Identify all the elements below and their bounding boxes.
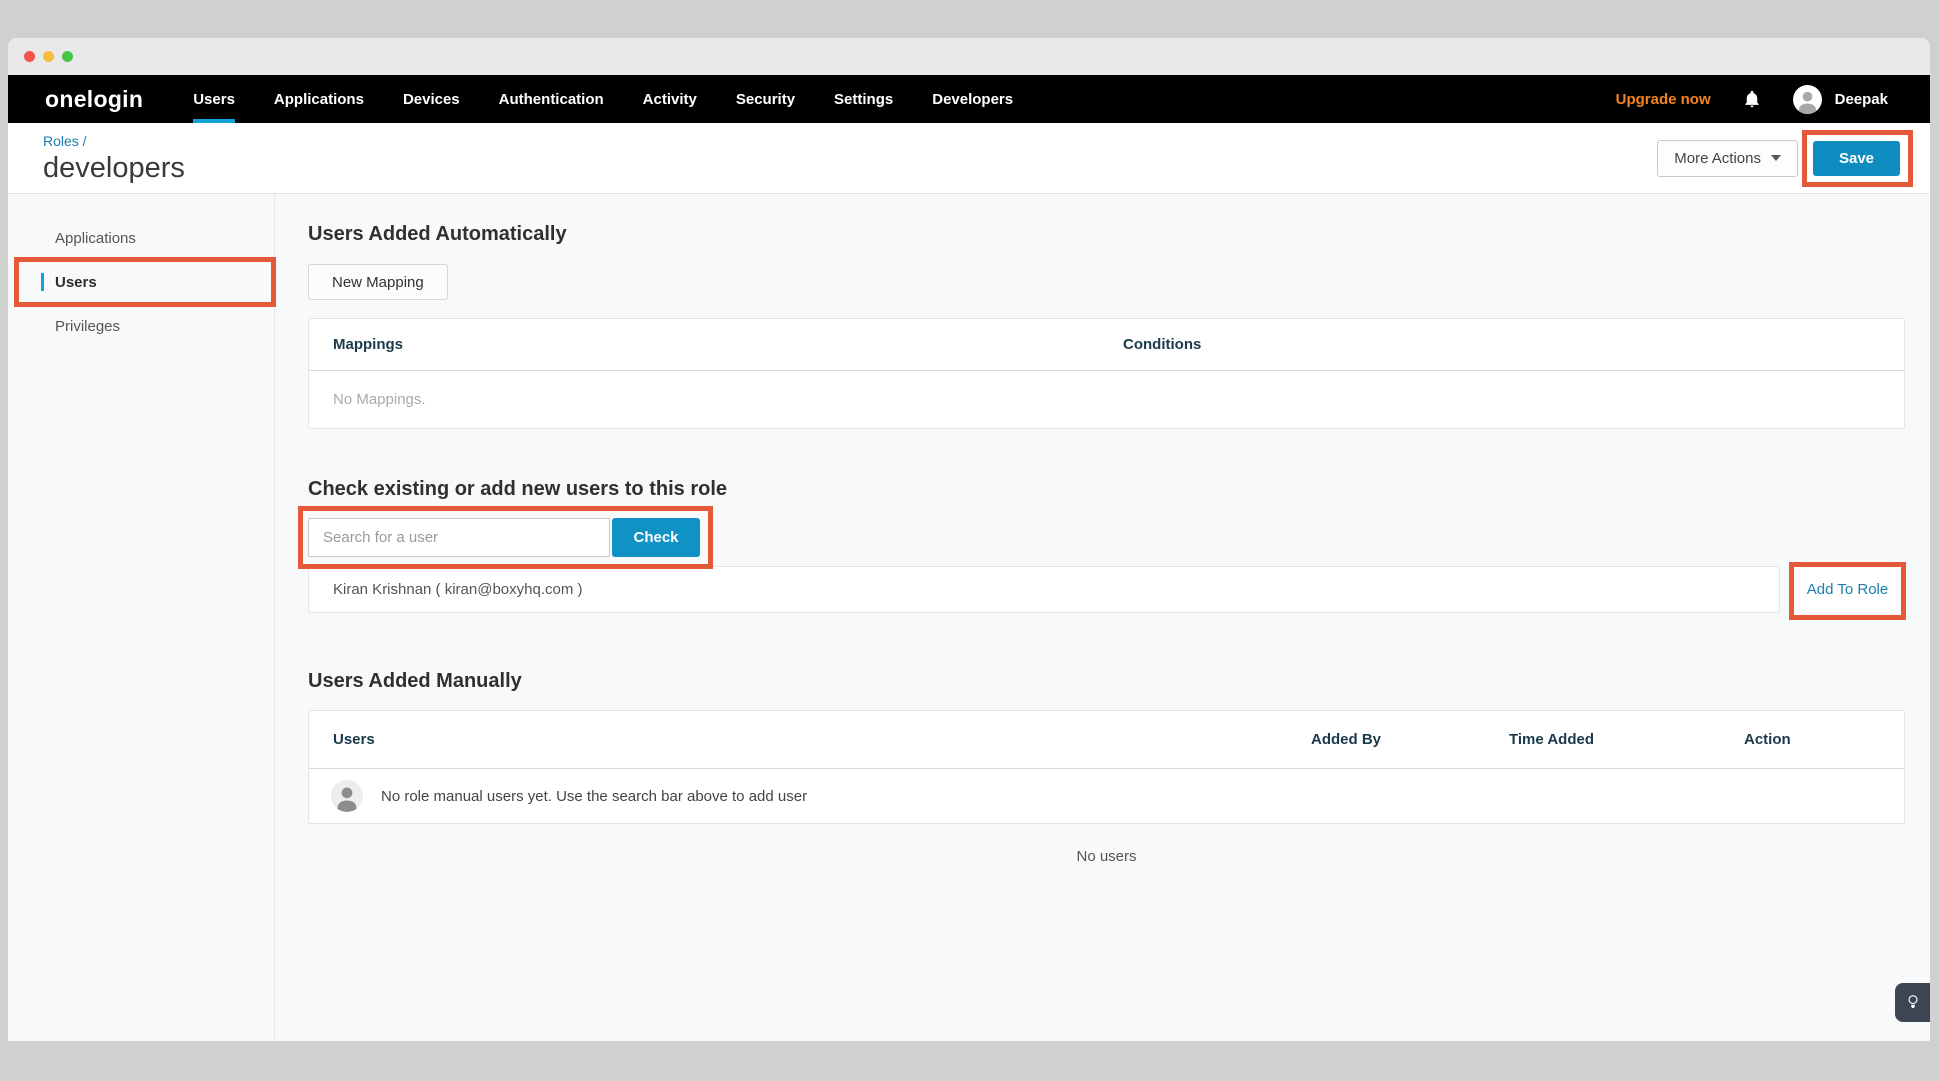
- user-search-area: Check: [308, 518, 700, 557]
- nav-item-devices[interactable]: Devices: [403, 75, 460, 123]
- annotation-box-users: [14, 257, 276, 307]
- help-lightbulb-button[interactable]: [1895, 983, 1930, 1022]
- manual-users-table: Users Added By Time Added Action: [308, 710, 1905, 824]
- minimize-window-icon[interactable]: [43, 51, 54, 62]
- manual-empty-text: No role manual users yet. Use the search…: [381, 788, 807, 805]
- chevron-down-icon: [1771, 155, 1781, 161]
- sidebar-item-applications[interactable]: Applications: [8, 216, 274, 260]
- upgrade-now-link[interactable]: Upgrade now: [1616, 91, 1711, 108]
- column-header-time-added: Time Added: [1509, 731, 1744, 748]
- sidebar-item-users[interactable]: Users: [8, 260, 274, 304]
- user-name: Deepak: [1835, 91, 1888, 108]
- role-sidebar: Applications Users Privileges: [8, 194, 275, 1041]
- zoom-window-icon[interactable]: [62, 51, 73, 62]
- close-window-icon[interactable]: [24, 51, 35, 62]
- nav-item-users[interactable]: Users: [193, 75, 235, 123]
- page-body: Applications Users Privileges Users Adde…: [8, 194, 1930, 1041]
- lightbulb-icon: [1906, 994, 1920, 1012]
- mappings-table-header: Mappings Conditions: [309, 319, 1904, 371]
- nav-item-authentication[interactable]: Authentication: [499, 75, 604, 123]
- add-to-role-area: Add To Role: [1790, 566, 1905, 613]
- check-button[interactable]: Check: [612, 518, 700, 557]
- nav-item-developers[interactable]: Developers: [932, 75, 1013, 123]
- account-menu[interactable]: Deepak: [1793, 85, 1888, 114]
- section-title-manual: Users Added Manually: [308, 667, 1905, 695]
- window-titlebar: [8, 38, 1930, 75]
- no-users-text: No users: [308, 848, 1905, 865]
- nav-item-applications[interactable]: Applications: [274, 75, 364, 123]
- notifications-bell-icon[interactable]: [1743, 89, 1761, 109]
- nav-menu: Users Applications Devices Authenticatio…: [193, 75, 1013, 123]
- app-window: onelogin Users Applications Devices Auth…: [8, 38, 1930, 1041]
- section-title-check: Check existing or add new users to this …: [308, 475, 1905, 503]
- add-to-role-link[interactable]: Add To Role: [1807, 581, 1888, 598]
- mappings-table: Mappings Conditions No Mappings.: [308, 318, 1905, 429]
- column-header-mappings: Mappings: [309, 336, 1123, 353]
- traffic-lights: [24, 51, 73, 62]
- page-header-actions: More Actions Save: [1657, 140, 1900, 177]
- page-header: Roles / developers More Actions Save: [8, 123, 1930, 194]
- new-mapping-button[interactable]: New Mapping: [308, 264, 448, 300]
- role-content: Users Added Automatically New Mapping Ma…: [275, 194, 1930, 1041]
- search-user-input[interactable]: [308, 518, 610, 557]
- manual-empty-row: No role manual users yet. Use the search…: [309, 769, 1904, 823]
- manual-table-header: Users Added By Time Added Action: [309, 711, 1904, 769]
- page-header-left: Roles / developers: [43, 133, 185, 184]
- column-header-action: Action: [1744, 731, 1904, 748]
- more-actions-button[interactable]: More Actions: [1657, 140, 1798, 177]
- column-header-added-by: Added By: [1311, 731, 1509, 748]
- page-title: developers: [43, 152, 185, 184]
- navbar-right: Upgrade now Deepak: [1616, 75, 1930, 123]
- nav-item-settings[interactable]: Settings: [834, 75, 893, 123]
- nav-item-activity[interactable]: Activity: [643, 75, 697, 123]
- column-header-conditions: Conditions: [1123, 336, 1904, 353]
- section-title-auto: Users Added Automatically: [308, 220, 1905, 248]
- placeholder-avatar-icon: [331, 780, 363, 812]
- sidebar-item-privileges[interactable]: Privileges: [8, 304, 274, 348]
- top-navbar: onelogin Users Applications Devices Auth…: [8, 75, 1930, 123]
- column-header-users: Users: [309, 731, 1311, 748]
- onelogin-logo[interactable]: onelogin: [8, 75, 143, 123]
- save-button[interactable]: Save: [1813, 141, 1900, 176]
- search-result-row: Kiran Krishnan ( kiran@boxyhq.com ) Add …: [308, 566, 1905, 613]
- breadcrumb-roles-link[interactable]: Roles /: [43, 133, 185, 149]
- nav-item-security[interactable]: Security: [736, 75, 795, 123]
- more-actions-label: More Actions: [1674, 150, 1761, 167]
- active-item-indicator: [41, 273, 44, 291]
- mappings-empty-text: No Mappings.: [309, 371, 1904, 428]
- search-result-user: Kiran Krishnan ( kiran@boxyhq.com ): [308, 566, 1780, 613]
- user-avatar: [1793, 85, 1822, 114]
- sidebar-item-users-label: Users: [55, 274, 97, 291]
- screenshot-stage: onelogin Users Applications Devices Auth…: [0, 0, 1940, 1081]
